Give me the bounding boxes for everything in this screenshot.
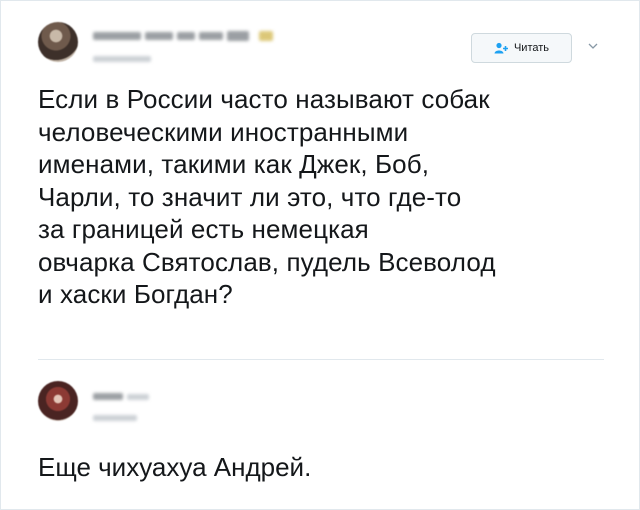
chevron-down-icon[interactable]: [588, 41, 598, 51]
follow-button-label: Читать: [513, 42, 550, 54]
tweet-card: Читать Если в России часто называют соба…: [0, 0, 640, 510]
tweet-text: Если в России часто называют собак челов…: [38, 84, 496, 309]
avatar[interactable]: [38, 381, 78, 421]
author-handle-blurred[interactable]: [93, 56, 151, 62]
reply-tweet: Еще чихуахуа Андрей.: [1, 363, 639, 509]
reply-text: Еще чихуахуа Андрей.: [38, 452, 312, 482]
main-tweet: Читать Если в России часто называют соба…: [1, 1, 639, 363]
reply-author-handle-blurred[interactable]: [93, 415, 137, 421]
verified-badge-icon: [259, 31, 273, 41]
follow-person-plus-icon: [494, 42, 508, 54]
avatar[interactable]: [38, 22, 78, 62]
divider: [38, 359, 604, 360]
follow-button[interactable]: Читать: [471, 33, 572, 63]
